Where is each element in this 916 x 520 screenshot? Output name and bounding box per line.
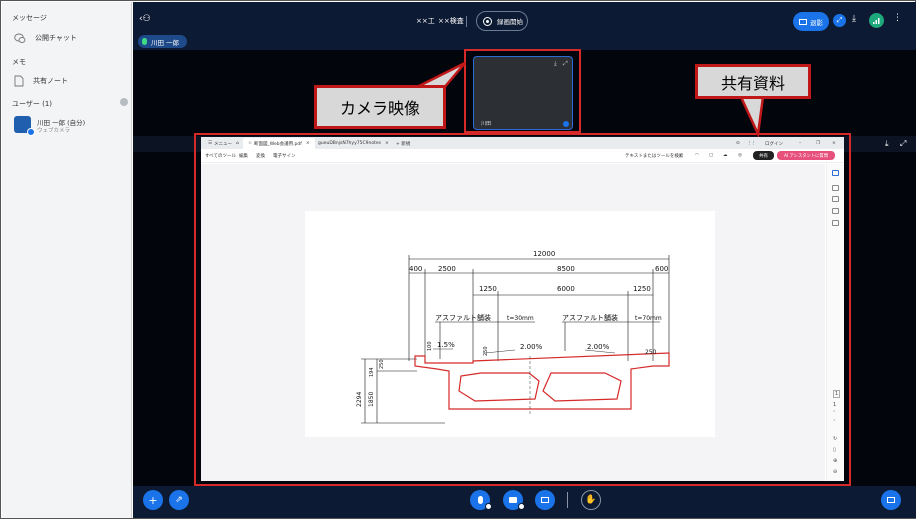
shared-callout: 共有資料 — [695, 64, 811, 99]
dim-2500: 2500 — [438, 265, 456, 273]
ai-assistant-button[interactable]: AI アシスタントに質問 — [777, 151, 835, 160]
dim-6000: 6000 — [557, 285, 575, 293]
pages-icon[interactable] — [832, 220, 839, 226]
zoom-in-icon[interactable]: ⊕ — [833, 458, 837, 464]
chevron-up-icon[interactable]: ˆ — [833, 411, 836, 417]
tool-edit[interactable]: 編集 — [239, 153, 248, 159]
microphone-icon — [477, 496, 483, 504]
slope-left: 1.5% — [437, 341, 455, 349]
apps-icon[interactable]: ⋮⋮ — [742, 138, 761, 149]
dim-total: 12000 — [533, 250, 555, 258]
chevron-down-icon[interactable]: ˇ — [833, 420, 836, 426]
dim-194: 194 — [369, 367, 375, 377]
close-window-icon[interactable]: × — [827, 138, 841, 149]
monitor-icon — [541, 497, 549, 503]
monitor-icon — [887, 497, 895, 503]
page-total: 1 — [833, 402, 837, 408]
hamburger-icon: ☰ — [208, 141, 213, 146]
page-number[interactable]: 1 — [833, 390, 841, 398]
headset-icon[interactable]: ◠ — [695, 153, 699, 158]
add-button[interactable]: + — [143, 490, 163, 510]
divider — [567, 492, 568, 508]
presentation-button[interactable] — [881, 490, 901, 510]
dim-8500: 8500 — [557, 265, 575, 273]
zoom-out-icon[interactable]: ⊖ — [833, 469, 837, 475]
camera-indicator — [518, 503, 525, 510]
dim-250-left: 250 — [379, 359, 385, 369]
tool-convert[interactable]: 変換 — [256, 153, 265, 159]
dim-250-mid: 250 — [483, 346, 489, 356]
camera-icon — [509, 497, 517, 503]
dim-100: 100 — [427, 341, 433, 351]
tool-search[interactable]: テキストまたはツールを検索 — [625, 153, 683, 159]
dim-1250-right: 1250 — [633, 285, 651, 293]
cross-section-drawing: 12000 400 2500 8500 600 1250 6000 1250 ア… — [356, 250, 670, 424]
thickness-left: t=30mm — [507, 315, 534, 322]
dim-600: 600 — [655, 265, 668, 273]
hand-icon: ✋ — [585, 495, 597, 505]
pdf-viewer[interactable]: 12000 400 2500 8500 600 1250 6000 1250 ア… — [201, 164, 825, 481]
external-link-icon[interactable]: ⇗ — [169, 490, 189, 510]
pdf-side-tools: 1 1 ˆ ˇ ↻ ▯ ⊕ ⊖ — [826, 164, 844, 481]
slope-mid: 2.00% — [520, 343, 543, 351]
tool-all[interactable]: すべてのツール — [205, 153, 236, 159]
share-screen-button[interactable] — [535, 490, 555, 510]
dim-400: 400 — [409, 265, 422, 273]
asphalt-left: アスファルト舗装 — [435, 313, 491, 322]
login-link[interactable]: ログイン — [760, 138, 788, 149]
close-icon[interactable]: × — [385, 141, 389, 146]
edit-icon[interactable] — [832, 170, 839, 176]
tab-url-label: gueuDBnjsN7hyy75C9notes — [318, 141, 381, 146]
comment-icon[interactable] — [832, 185, 839, 191]
minimize-icon[interactable]: – — [794, 138, 806, 149]
asphalt-right: アスファルト舗装 — [562, 313, 618, 322]
camera-callout: カメラ映像 — [314, 85, 446, 129]
mic-indicator — [485, 503, 492, 510]
dim-1250-left: 1250 — [479, 285, 497, 293]
sign-icon[interactable] — [832, 196, 839, 202]
save-icon[interactable]: ▯ — [833, 447, 836, 453]
refresh-icon[interactable]: ↻ — [833, 436, 837, 442]
pdf-toolbar: すべてのツール 編集 変換 電子サイン テキストまたはツールを検索 ⌕ ◠ ▢ … — [201, 149, 844, 163]
globe-icon[interactable]: ◎ — [738, 153, 742, 158]
app-window: メッセージ 公開チャット メモ 共有ノート ユーザー (1) 川田 一郎 (自分… — [0, 0, 916, 519]
bottom-bar: + ⇗ ✋ — [133, 486, 916, 518]
tab-menu-label: メニュー — [214, 141, 233, 147]
shared-screen[interactable]: ☰ メニュー ⌂ ☆ 断面図_Web会議用.pdf × gueuDBnjsN7hyy7… — [201, 137, 844, 481]
slope-right: 2.00% — [587, 343, 610, 351]
browser-tab-bar: ☰ メニュー ⌂ ☆ 断面図_Web会議用.pdf × gueuDBnjsN7hyy7… — [201, 137, 844, 149]
tab-pdf[interactable]: ☆ 断面図_Web会議用.pdf × — [243, 138, 315, 149]
home-icon[interactable]: ⌂ — [231, 138, 244, 149]
dim-250-right: 250 — [645, 349, 657, 356]
pdf-page: 12000 400 2500 8500 600 1250 6000 1250 ア… — [305, 211, 715, 437]
tab-pdf-label: 断面図_Web会議用.pdf — [254, 141, 302, 147]
tool-sign[interactable]: 電子サイン — [273, 153, 296, 159]
close-icon[interactable]: × — [306, 141, 310, 146]
pdf-share-button[interactable]: 共有 — [753, 151, 774, 160]
copy-icon[interactable] — [832, 208, 839, 214]
tab-new[interactable]: + 新規 — [391, 138, 415, 149]
dim-1850: 1850 — [368, 392, 375, 407]
tab-url[interactable]: gueuDBnjsN7hyy75C9notes × — [313, 138, 394, 149]
calendar-icon[interactable]: ▢ — [709, 153, 713, 158]
search-icon[interactable]: ⌕ — [679, 153, 682, 159]
thickness-right: t=70mm — [635, 315, 662, 322]
star-icon: ☆ — [248, 141, 253, 146]
maximize-icon[interactable]: ❐ — [811, 138, 825, 149]
cloud-icon[interactable]: ☁ — [723, 153, 728, 158]
raise-hand-button[interactable]: ✋ — [581, 490, 601, 510]
dim-2294: 2294 — [356, 392, 363, 407]
